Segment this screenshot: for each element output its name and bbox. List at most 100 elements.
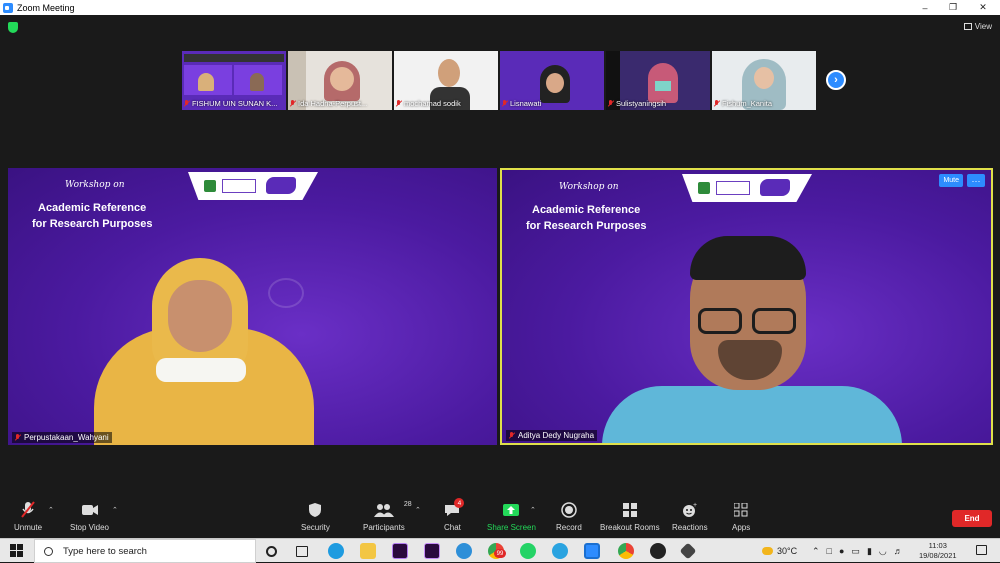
mute-participant-button[interactable]: Mute [939,174,963,187]
stop-video-button[interactable]: Stop Video [70,501,109,532]
weather-widget[interactable]: 30°C [762,539,797,563]
premiere-icon[interactable] [392,543,408,559]
telegram-icon[interactable] [552,543,568,559]
share-options-caret[interactable]: ⌃ [530,506,536,514]
zoom-window: Zoom Meeting – ❐ ✕ View FISHUM UIN SUNAN… [0,0,1000,538]
muted-mic-icon [502,100,508,107]
muted-mic-icon [15,434,21,441]
edge-beta-icon[interactable] [456,543,472,559]
muted-mic-icon [509,432,515,439]
participants-button[interactable]: 28 Participants [363,501,412,532]
video-tile[interactable]: Workshop on Academic Reference for Resea… [8,168,497,445]
logo-icon [698,182,710,194]
shield-icon [308,501,322,519]
record-button[interactable]: Record [556,501,582,532]
video-camera-icon [81,501,99,519]
chrome-profile-icon[interactable] [618,543,634,559]
app-icon[interactable] [679,542,697,560]
windows-taskbar: Type here to search 99 30°C ⌃ □ ● ▭ ▮ ◡ … [0,538,1000,563]
weather-cloud-icon [762,547,773,555]
strip-name: Fishum_Kanita [714,99,772,108]
apps-button[interactable]: Apps [732,501,750,532]
audio-options-caret[interactable]: ⌃ [48,506,54,514]
strip-tile[interactable]: Ida Hadna-Perpust... [288,51,392,110]
chrome-icon[interactable]: 99 [488,543,506,559]
slide-subtitle: Workshop on [559,182,619,192]
strip-name: Sulistyaningsih [608,99,666,108]
obs-icon[interactable] [650,543,666,559]
participant-video [602,236,902,443]
meeting-toolbar: Unmute ⌃ Stop Video ⌃ Security 28 Partic… [0,496,1000,538]
strip-name: Lisnawati [502,99,541,108]
slide-subtitle: Workshop on [65,180,125,190]
slide-title-line1: Academic Reference [532,204,641,216]
strip-tile[interactable]: Lisnawati [500,51,604,110]
minimize-button[interactable]: – [910,0,940,15]
share-screen-button[interactable]: Share Screen [487,501,536,532]
reactions-button[interactable]: + Reactions [672,501,708,532]
whatsapp-icon[interactable] [520,543,536,559]
end-meeting-button[interactable]: End [952,510,992,527]
participants-options-caret[interactable]: ⌃ [415,506,421,514]
logo-icon [204,180,216,192]
logo-icon [266,177,296,194]
strip-tile[interactable]: FISHUM UIN SUNAN K... [182,51,286,110]
notifications-icon[interactable] [976,545,987,555]
breakout-rooms-button[interactable]: Breakout Rooms [600,501,660,532]
windows-start-icon[interactable] [10,544,23,557]
chat-button[interactable]: 4 Chat [444,498,465,532]
zoom-taskbar-icon[interactable] [584,543,600,559]
encryption-shield-icon[interactable] [8,22,18,33]
logo-icon [760,179,790,196]
participant-video [94,258,314,445]
cortana-icon[interactable] [266,546,277,557]
taskbar-clock[interactable]: 11:03 19/08/2021 [919,541,957,561]
security-button[interactable]: Security [301,501,330,532]
strip-name: Ida Hadna-Perpust... [290,99,367,108]
muted-mic-icon [608,100,614,107]
breakout-rooms-icon [622,501,637,519]
participant-name-label: Perpustakaan_Wahyani [12,432,112,443]
wifi-icon[interactable]: ◡ [879,546,887,557]
more-options-button[interactable]: ··· [967,174,985,187]
logo-icon [716,181,750,195]
muted-mic-icon [20,501,36,519]
slide-title-line1: Academic Reference [38,202,147,214]
next-page-button[interactable]: › [826,70,846,90]
participants-count: 28 [403,501,412,508]
edge-icon[interactable] [328,543,344,559]
search-icon [44,546,53,556]
task-view-icon[interactable] [296,546,308,557]
participants-icon: 28 [373,501,412,519]
taskbar-search-input[interactable]: Type here to search [34,539,256,563]
view-button[interactable]: View [963,22,992,31]
zoom-logo-icon [3,2,13,13]
logo-icon [222,179,256,193]
svg-text:+: + [693,502,697,509]
file-explorer-icon[interactable] [360,543,376,559]
strip-tile[interactable]: Fishum_Kanita [712,51,816,110]
share-screen-icon [503,501,520,519]
volume-icon[interactable]: ♬ [894,546,903,556]
chat-badge: 4 [454,498,465,508]
chrome-badge: 99 [494,549,506,558]
battery-icon[interactable]: ▭ [851,546,860,557]
participant-name-label: Aditya Dedy Nugraha [506,430,598,441]
close-button[interactable]: ✕ [968,0,998,15]
after-effects-icon[interactable] [424,543,440,559]
strip-tile[interactable]: mochamad sodik [394,51,498,110]
system-tray: ⌃ □ ● ▭ ▮ ◡ ♬ [812,539,903,563]
muted-mic-icon [714,100,720,107]
mic-in-use-icon[interactable]: ▮ [867,546,872,557]
strip-tile[interactable]: Sulistyaningsih [606,51,710,110]
chat-bubble-icon: 4 [444,498,465,519]
video-options-caret[interactable]: ⌃ [112,506,118,514]
window-title: Zoom Meeting [17,2,75,13]
active-speaker-tile[interactable]: Workshop on Academic Reference for Resea… [500,168,993,445]
unmute-button[interactable]: Unmute [14,501,42,532]
maximize-button[interactable]: ❐ [938,0,968,15]
chevron-right-icon: › [834,74,838,86]
people-icon[interactable]: ● [839,546,844,556]
show-hidden-icons-icon[interactable]: ⌃ [812,546,820,557]
meet-now-icon[interactable]: □ [827,546,832,556]
